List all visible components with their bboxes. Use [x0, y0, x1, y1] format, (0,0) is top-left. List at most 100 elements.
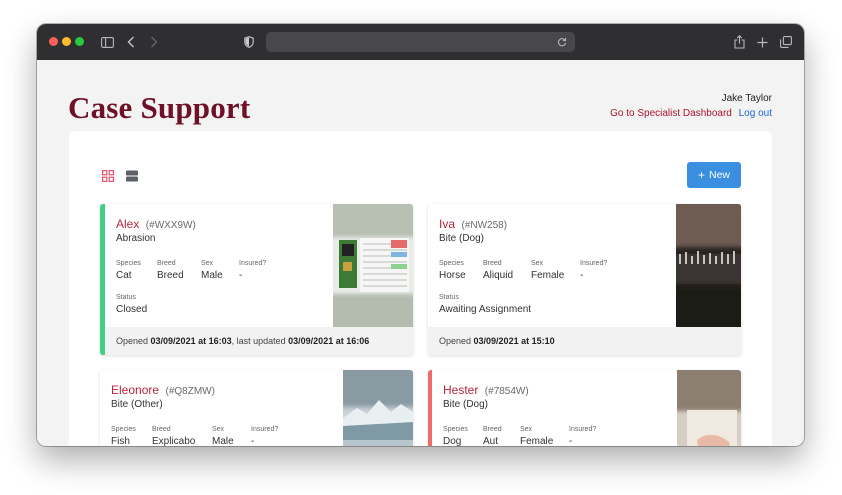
list-view-icon[interactable]	[126, 169, 138, 182]
page-title: Case Support	[68, 90, 251, 125]
tabs-overview-icon[interactable]	[779, 32, 793, 52]
breed-value: Explicabo	[152, 436, 196, 446]
status-field: Status Closed	[116, 294, 147, 315]
breed-label: Breed	[152, 426, 171, 433]
case-photo	[333, 204, 413, 327]
sex-label: Sex	[520, 426, 533, 433]
breed-value: Breed	[157, 270, 184, 281]
sex-value: Male	[212, 436, 234, 446]
insured-field: Insured? -	[239, 260, 266, 281]
zoom-window-button[interactable]	[75, 37, 84, 46]
species-value: Dog	[443, 436, 462, 446]
case-card[interactable]: Alex (#WXX9W) Abrasion Species Cat Breed…	[100, 204, 413, 355]
share-icon[interactable]	[732, 32, 746, 52]
case-reason: Bite (Dog)	[439, 233, 485, 244]
forward-icon[interactable]	[148, 32, 160, 52]
minimize-window-button[interactable]	[62, 37, 71, 46]
insured-label: Insured?	[239, 260, 267, 267]
case-reason: Abrasion	[116, 233, 156, 244]
reload-icon[interactable]	[555, 35, 569, 49]
insured-field: Insured? -	[569, 426, 596, 446]
cases-panel: + New Alex (#WXX9W) Abrasion Species Cat…	[69, 131, 772, 446]
plus-icon: +	[697, 168, 705, 182]
patient-name[interactable]: Eleonore	[111, 383, 159, 397]
species-field: Species Cat	[116, 260, 141, 281]
sex-field: Sex Female	[520, 426, 553, 446]
case-card[interactable]: Iva (#NW258) Bite (Dog) Species Horse Br…	[428, 204, 741, 355]
breed-field: Breed Explicabo	[152, 426, 195, 446]
insured-value: -	[251, 436, 255, 446]
status-value: Closed	[116, 304, 148, 315]
status-label: Status	[439, 294, 459, 301]
species-field: Species Fish	[111, 426, 136, 446]
insured-field: Insured? -	[251, 426, 278, 446]
insured-label: Insured?	[251, 426, 279, 433]
case-photo	[676, 204, 741, 327]
sex-field: Sex Male	[201, 260, 223, 281]
specialist-dashboard-link[interactable]: Go to Specialist Dashboard	[610, 108, 732, 119]
close-window-button[interactable]	[49, 37, 58, 46]
insured-value: -	[580, 270, 584, 281]
sex-label: Sex	[212, 426, 225, 433]
insured-label: Insured?	[580, 260, 608, 267]
sex-field: Sex Female	[531, 260, 564, 281]
sex-label: Sex	[531, 260, 544, 267]
updated-date: 03/09/2021 at 16:06	[288, 336, 370, 346]
case-id: (#NW258)	[461, 220, 508, 231]
insured-value: -	[569, 436, 573, 446]
sex-value: Female	[520, 436, 554, 446]
patient-name[interactable]: Hester	[443, 383, 478, 397]
back-icon[interactable]	[125, 32, 137, 52]
species-field: Species Horse	[439, 260, 466, 281]
sidebar-icon[interactable]	[99, 32, 115, 52]
footer-mid: , last updated	[231, 336, 289, 346]
browser-titlebar	[37, 24, 804, 60]
species-field: Species Dog	[443, 426, 468, 446]
sex-label: Sex	[201, 260, 214, 267]
status-value: Awaiting Assignment	[439, 304, 532, 315]
page-content: Case Support Jake Taylor Go to Specialis…	[37, 60, 804, 446]
species-label: Species	[116, 260, 141, 267]
breed-label: Breed	[483, 426, 502, 433]
species-value: Fish	[111, 436, 130, 446]
new-case-button[interactable]: + New	[687, 162, 741, 188]
opened-date: 03/09/2021 at 15:10	[473, 336, 555, 346]
new-tab-icon[interactable]	[755, 32, 769, 52]
case-card[interactable]: Eleonore (#Q8ZMW) Bite (Other) Species F…	[100, 370, 413, 446]
logout-link[interactable]: Log out	[739, 108, 772, 119]
breed-field: Breed Breed	[157, 260, 184, 281]
breed-field: Breed Aut	[483, 426, 502, 446]
sex-value: Female	[531, 270, 565, 281]
case-card[interactable]: Hester (#7854W) Bite (Dog) Species Dog B…	[428, 370, 741, 446]
insured-value: -	[239, 270, 243, 281]
address-bar[interactable]	[266, 32, 575, 52]
sex-field: Sex Male	[212, 426, 234, 446]
case-id: (#WXX9W)	[145, 220, 196, 231]
case-footer: Opened 03/09/2021 at 15:10	[428, 327, 741, 355]
patient-name[interactable]: Alex	[116, 217, 139, 231]
case-id: (#Q8ZMW)	[165, 386, 215, 397]
opened-date: 03/09/2021 at 16:03	[150, 336, 232, 346]
footer-prefix: Opened	[439, 336, 474, 346]
case-id: (#7854W)	[484, 386, 529, 397]
species-label: Species	[443, 426, 468, 433]
species-label: Species	[111, 426, 136, 433]
footer-prefix: Opened	[116, 336, 151, 346]
species-value: Cat	[116, 270, 132, 281]
breed-value: Aut	[483, 436, 499, 446]
case-reason: Bite (Other)	[111, 399, 163, 410]
privacy-shield-icon[interactable]	[243, 32, 255, 52]
current-user-name: Jake Taylor	[721, 93, 772, 104]
breed-field: Breed Aliquid	[483, 260, 513, 281]
breed-label: Breed	[157, 260, 176, 267]
status-label: Status	[116, 294, 136, 301]
insured-field: Insured? -	[580, 260, 607, 281]
header-links: Go to Specialist Dashboard Log out	[610, 108, 772, 119]
patient-name[interactable]: Iva	[439, 217, 455, 231]
new-case-label: New	[709, 169, 731, 181]
species-label: Species	[439, 260, 464, 267]
grid-view-icon[interactable]	[102, 169, 114, 182]
case-photo	[677, 370, 741, 446]
sex-value: Male	[201, 270, 223, 281]
breed-label: Breed	[483, 260, 502, 267]
